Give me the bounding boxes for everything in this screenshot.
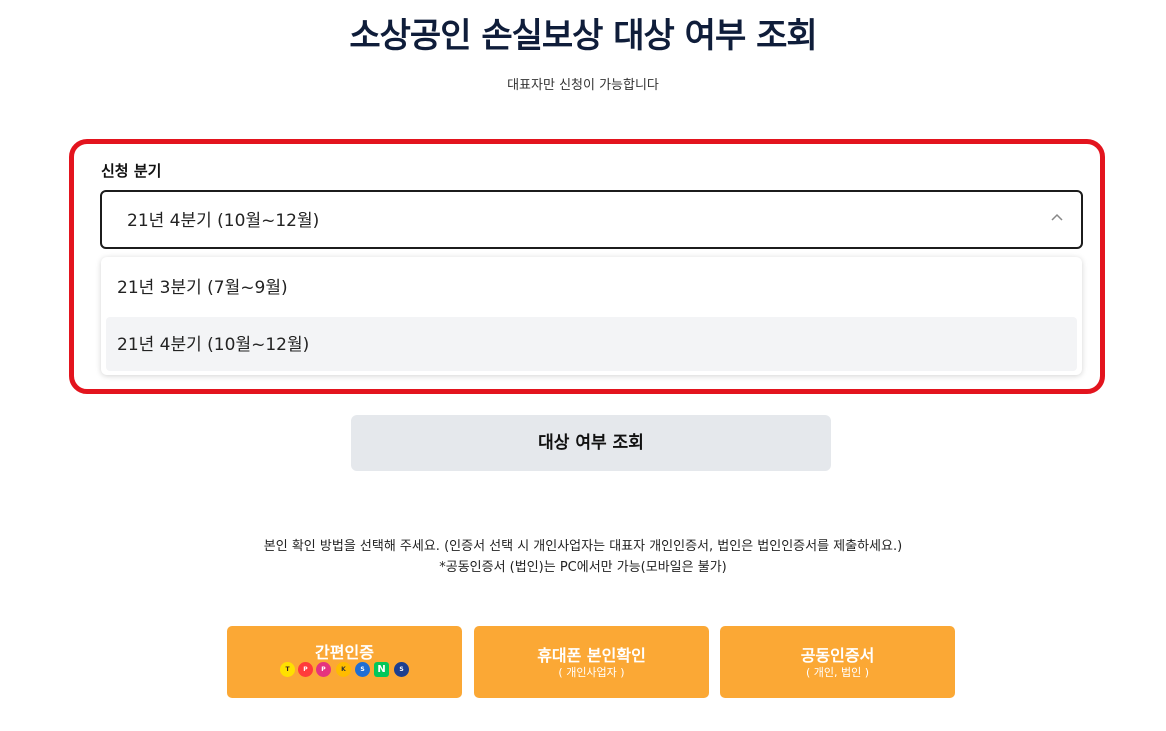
quarter-select-value: 21년 4분기 (10월~12월) (127, 211, 320, 231)
naver-icon: N (374, 662, 389, 677)
auth-notice-note: *공동인증서 (법인)는 PC에서만 가능(모바일은 불가) (439, 560, 727, 575)
quarter-option-label: 21년 3분기 (7월~9월) (117, 278, 288, 298)
auth-provider-icons: T P P K S N S (280, 662, 410, 680)
quarter-select[interactable]: 21년 4분기 (10월~12월) (100, 190, 1083, 249)
quarter-field-label: 신청 분기 (101, 162, 162, 180)
payco-icon: P (298, 662, 313, 677)
phone-auth-button[interactable]: 휴대폰 본인확인 ( 개인사업자 ) (474, 626, 709, 698)
simple-auth-button[interactable]: 간편인증 T P P K S N S (227, 626, 462, 698)
page-title: 소상공인 손실보상 대상 여부 조회 (349, 16, 817, 56)
chevron-up-icon (1051, 213, 1063, 221)
phone-auth-label: 휴대폰 본인확인 (537, 646, 646, 665)
quarter-option-q4[interactable]: 21년 4분기 (10월~12월) (106, 317, 1077, 371)
certificate-auth-button[interactable]: 공동인증서 ( 개인, 법인 ) (720, 626, 955, 698)
pass-icon: P (316, 662, 331, 677)
certificate-auth-label: 공동인증서 (800, 646, 875, 665)
shinhan-icon: S (394, 662, 409, 677)
samsung-pass-icon: S (355, 662, 370, 677)
phone-auth-sub: ( 개인사업자 ) (558, 666, 625, 679)
quarter-dropdown-list: 21년 3분기 (7월~9월) 21년 4분기 (10월~12월) (101, 257, 1082, 375)
page-subtitle: 대표자만 신청이 가능합니다 (507, 78, 659, 93)
quarter-option-label: 21년 4분기 (10월~12월) (117, 335, 310, 355)
simple-auth-label: 간편인증 (315, 643, 374, 662)
kb-icon: K (336, 662, 351, 677)
certificate-auth-sub: ( 개인, 법인 ) (805, 666, 870, 679)
quarter-option-q3[interactable]: 21년 3분기 (7월~9월) (106, 260, 1077, 314)
eligibility-search-label: 대상 여부 조회 (538, 433, 644, 453)
kakao-icon: T (280, 662, 295, 677)
auth-notice-text: 본인 확인 방법을 선택해 주세요. (인증서 선택 시 개인사업자는 대표자 … (263, 539, 903, 554)
eligibility-search-button[interactable]: 대상 여부 조회 (351, 415, 831, 471)
